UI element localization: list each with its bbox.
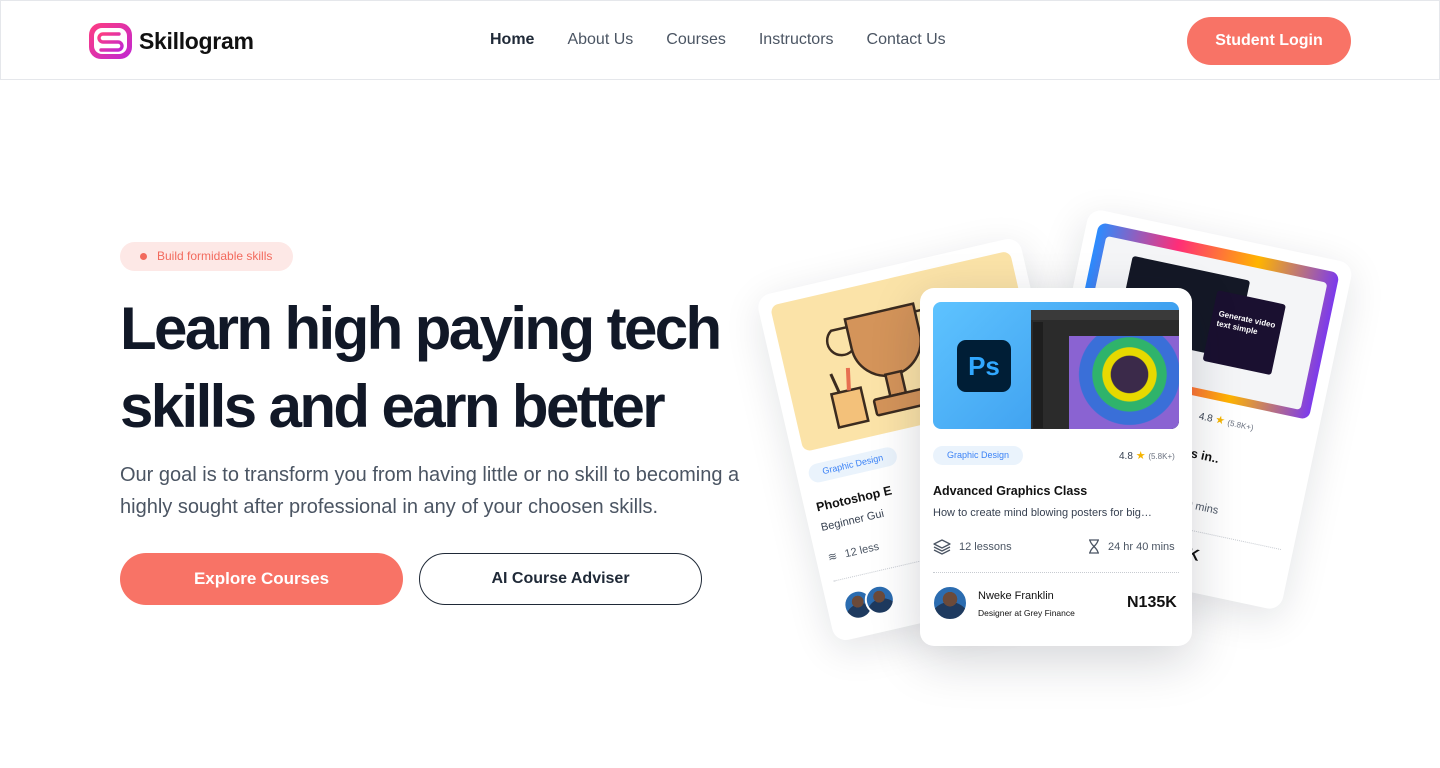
hero-badge-text: Build formidable skills [157,249,273,263]
explore-courses-button[interactable]: Explore Courses [120,553,403,605]
card-main-price: N135K [1127,594,1177,611]
card-main-title[interactable]: Advanced Graphics Class [933,484,1087,498]
course-card-main[interactable]: Ps Graphic Design 4.8 ★ (5.8K+) Advanced… [920,288,1192,646]
card-main-divider [933,572,1179,573]
card-main-duration-text: 24 hr 40 mins [1108,540,1175,553]
hero-badge: Build formidable skills [120,242,294,271]
card-left-lessons: ≋ 12 less [827,540,881,564]
star-icon: ★ [1214,413,1227,428]
photoshop-logo-icon: Ps [957,340,1011,392]
hero-headline-line1: Learn high paying tech [120,295,722,362]
nav-link-home[interactable]: Home [490,31,534,49]
hero-subtext: Our goal is to transform you from having… [120,464,740,518]
card-main-duration: 24 hr 40 mins [1088,539,1175,554]
hero-headline: Learn high paying tech skills and earn b… [120,290,780,446]
main-nav: Home About Us Courses Instructors Contac… [490,31,946,49]
card-main-instructor-name: Nweke Franklin [978,590,1054,602]
ai-course-adviser-button[interactable]: AI Course Adviser [419,553,702,605]
nav-link-courses[interactable]: Courses [666,31,726,49]
hero-headline-line2: skills and earn better [120,373,666,440]
card-main-thumbnail: Ps [933,302,1179,429]
card-main-rating: 4.8 ★ (5.8K+) [1119,449,1175,462]
card-main-description: How to create mind blowing posters for b… [933,507,1152,519]
card-left-lessons-text: 12 less [843,540,881,560]
nav-link-about[interactable]: About Us [567,31,633,49]
badge-dot-icon [140,253,147,260]
card-main-instructor-avatar [932,585,968,621]
brand-logo[interactable]: Skillogram [88,22,254,60]
card-main-rating-count: (5.8K+) [1148,452,1175,461]
card-main-lessons: 12 lessons [933,539,1012,555]
card-right-title: s in.. [1189,446,1221,466]
card-right-rating: 4.8 ★ (5.8K+) [1197,411,1255,433]
photoshop-window [1031,310,1179,429]
star-icon: ★ [1135,450,1146,462]
nav-link-instructors[interactable]: Instructors [759,31,834,49]
hourglass-icon [1089,539,1099,554]
student-login-button[interactable]: Student Login [1187,17,1351,65]
layers-icon: ≋ [826,550,839,565]
top-navbar: Skillogram Home About Us Courses Instruc… [0,0,1440,80]
skillogram-logo-icon [89,23,132,59]
nav-link-contact[interactable]: Contact Us [867,31,946,49]
card-left-tag: Graphic Design [806,445,899,485]
card-main-rating-value: 4.8 [1119,451,1133,462]
card-main-tag: Graphic Design [933,446,1024,465]
layers-icon [933,539,951,555]
card-main-lessons-text: 12 lessons [959,541,1012,553]
brand-name: Skillogram [139,27,254,54]
card-main-instructor-role: Designer at Grey Finance [978,608,1075,618]
